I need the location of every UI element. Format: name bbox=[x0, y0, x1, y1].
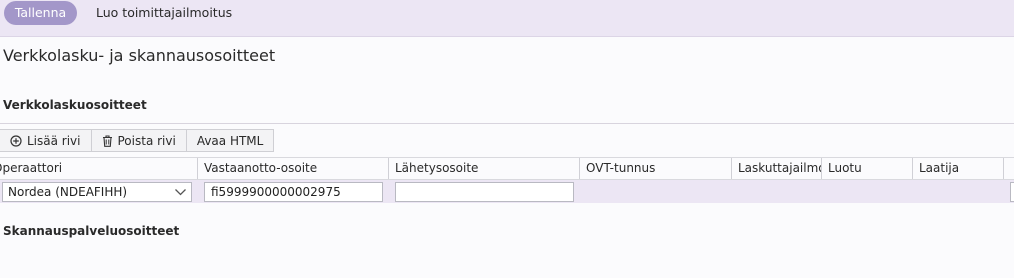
save-button[interactable]: Tallenna bbox=[4, 1, 77, 25]
trash-icon bbox=[102, 134, 112, 147]
grid-header: Operaattori Vastaanotto-osoite Lähetysos… bbox=[0, 157, 1014, 180]
table-row: Nordea (NDEAFIHH) fi5999900000002975 bbox=[0, 180, 1014, 203]
chevron-down-icon bbox=[175, 189, 186, 196]
send-address-input[interactable] bbox=[395, 182, 574, 202]
column-header-receive-address[interactable]: Vastaanotto-osoite bbox=[197, 158, 388, 179]
operator-select-value: Nordea (NDEAFIHH) bbox=[8, 185, 128, 199]
receive-address-input[interactable]: fi5999900000002975 bbox=[204, 182, 383, 202]
einvoice-section-title: Verkkolaskuosoitteet bbox=[3, 98, 147, 112]
column-header-send-address[interactable]: Lähetysosoite bbox=[388, 158, 579, 179]
column-header-ovt-code[interactable]: OVT-tunnus bbox=[579, 158, 731, 179]
add-circle-icon bbox=[10, 134, 22, 147]
open-html-button[interactable]: Avaa HTML bbox=[185, 129, 275, 152]
column-header-operator[interactable]: Operaattori bbox=[0, 158, 197, 179]
operator-select[interactable]: Nordea (NDEAFIHH) bbox=[2, 182, 192, 202]
delete-row-label: Poista rivi bbox=[117, 133, 176, 148]
top-toolbar: Tallenna Luo toimittajailmoitus bbox=[0, 0, 1014, 37]
section-divider bbox=[0, 123, 1014, 124]
column-header-biller-notice[interactable]: Laskuttajailmoitus bbox=[731, 158, 821, 179]
add-row-button[interactable]: Lisää rivi bbox=[0, 129, 92, 152]
column-header-extra bbox=[1003, 158, 1014, 179]
scan-section-title: Skannauspalveluosoitteet bbox=[3, 224, 180, 238]
overflow-input[interactable] bbox=[1010, 182, 1014, 202]
column-header-author[interactable]: Laatija bbox=[912, 158, 1003, 179]
delete-row-button[interactable]: Poista rivi bbox=[90, 129, 187, 152]
grid-toolbar: Lisää rivi Poista rivi Avaa HTML bbox=[0, 129, 275, 152]
add-row-label: Lisää rivi bbox=[27, 133, 81, 148]
column-header-created[interactable]: Luotu bbox=[821, 158, 912, 179]
page-title: Verkkolasku- ja skannausosoitteet bbox=[3, 46, 276, 65]
create-supplier-notice-button[interactable]: Luo toimittajailmoitus bbox=[96, 1, 232, 25]
